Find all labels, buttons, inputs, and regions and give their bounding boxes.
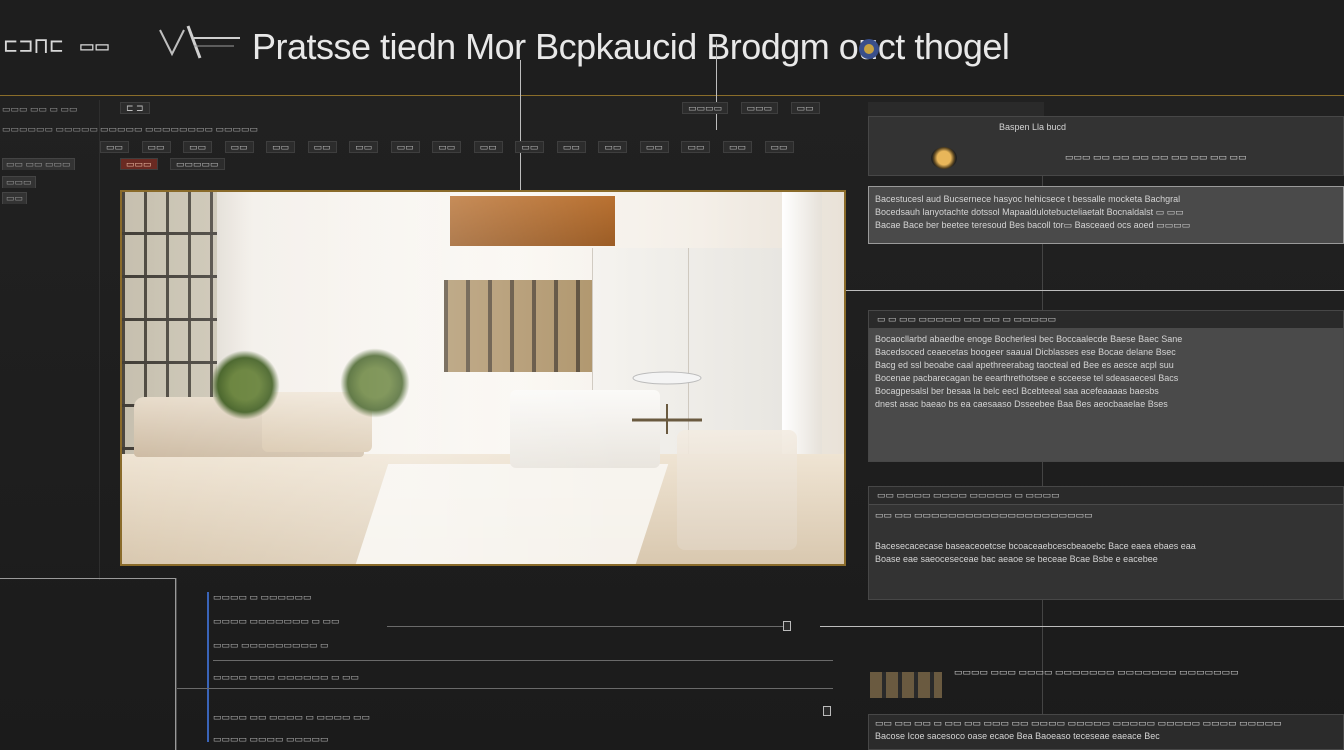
sidebar-row[interactable]: ▭▭ ▭▭ ▭▭▭ — [2, 158, 75, 170]
panel-title: Baspen Lla bucd — [999, 122, 1067, 132]
tool-button[interactable]: ▭▭ — [681, 141, 711, 153]
effects-controls[interactable]: ▭▭ ▭▭ ▭▭▭▭▭▭▭▭▭▭▭▭▭▭▭▭▭▭▭▭▭ — [869, 509, 1343, 522]
app-logo-icon — [159, 25, 240, 59]
toolbar-button[interactable]: ▭▭▭ — [740, 102, 779, 114]
tool-button[interactable]: ▭▭ — [432, 141, 462, 153]
track-label: ▭▭▭ ▭▭▭▭▭▭▭▭▭ ▭ — [213, 640, 329, 650]
tool-button[interactable]: ▭▭ — [556, 141, 586, 153]
effects-panel: ▭▭ ▭▭▭▭ ▭▭▭▭ ▭▭▭▭▭ ▭ ▭▭▭▭ ▭▭ ▭▭ ▭▭▭▭▭▭▭▭… — [868, 486, 1344, 600]
track-label: ▭▭▭▭ ▭ ▭▭▭▭▭▭ — [213, 592, 312, 602]
property-line: Bocenae pacbarecagan be eearthrethotsee … — [875, 373, 1179, 383]
layer-controls[interactable]: ▭▭▭ ▭▭ ▭▭ ▭▭ ▭▭ ▭▭ ▭▭ ▭▭ ▭▭ — [1059, 151, 1247, 164]
tool-button[interactable]: ▭▭ — [141, 141, 171, 153]
track-end-handle[interactable] — [823, 706, 831, 716]
output-line: ▭▭ ▭▭ ▭▭ ▭ ▭▭ ▭▭ ▭▭▭ ▭▭ ▭▭▭▭ ▭▭▭▭▭ ▭▭▭▭▭… — [875, 718, 1282, 728]
sidebar-row[interactable]: ▭▭▭ ▭▭ ▭ ▭▭ — [2, 104, 78, 116]
track-label: ▭▭▭▭ ▭▭▭▭ ▭▭▭▭▭ — [213, 734, 329, 744]
bottom-left-panel — [0, 578, 176, 750]
desc-line: Bacestucesl aud Bucsernece hasyoc hehics… — [875, 194, 1181, 204]
tool-button[interactable]: ▭▭ — [515, 141, 545, 153]
tool-buttons-row: ▭▭ ▭▭ ▭▭ ▭▭ ▭▭ ▭▭ ▭▭ ▭▭ ▭▭ ▭▭ ▭▭ ▭▭ ▭▭ ▭… — [100, 141, 848, 155]
tool-button[interactable]: ▭▭ — [598, 141, 628, 153]
output-panel: ▭▭ ▭▭ ▭▭ ▭ ▭▭ ▭▭ ▭▭▭ ▭▭ ▭▭▭▭ ▭▭▭▭▭ ▭▭▭▭▭… — [868, 714, 1344, 750]
thumbnail-strip[interactable] — [870, 672, 942, 698]
toolbar-caption: ▭▭▭▭▭ ▭▭▭▭▭▭▭▭ ▭▭▭▭▭ — [100, 124, 259, 134]
drone-icon — [632, 371, 702, 434]
effects-header[interactable]: ▭▭ ▭▭▭▭ ▭▭▭▭ ▭▭▭▭▭ ▭ ▭▭▭▭ — [869, 487, 1343, 505]
property-line: dnest asac baeao bs ea caesaaso Dsseebee… — [875, 399, 1168, 409]
toolbar-button[interactable]: ▭▭ — [790, 102, 820, 114]
tool-button[interactable]: ▭▭ — [266, 141, 296, 153]
guide-line — [820, 626, 1344, 627]
track-line — [213, 660, 833, 661]
title-deco: ⊏⊐⊓⊏ ▭▭ — [4, 34, 111, 59]
tab-active[interactable]: ▭▭▭ — [120, 158, 158, 170]
tool-button[interactable]: ▭▭ — [722, 141, 752, 153]
track-line — [387, 626, 787, 627]
tool-button[interactable]: ▭▭ — [183, 141, 213, 153]
asset-header: ▭▭▭▭ ▭▭▭ ▭▭▭▭ ▭▭▭▭▭▭▭ ▭▭▭▭▭▭▭ ▭▭▭▭▭▭▭ — [954, 667, 1239, 677]
editor-window: ⊏⊐⊓⊏ ▭▭ Pratsse tiedn Mor Bcpkaucid Brod… — [0, 0, 1344, 750]
track-end-handle[interactable] — [783, 621, 791, 631]
render-glare — [122, 192, 844, 564]
app-title: Pratsse tiedn Mor Bcpkaucid Brodgm ouct … — [252, 26, 1010, 67]
left-sidebar: ▭▭▭ ▭▭ ▭ ▭▭ ▭▭▭▭▭▭ ▭▭▭▭▭ ▭▭ ▭▭ ▭▭▭ ▭▭▭ ▭… — [0, 100, 100, 580]
sidebar-row[interactable]: ▭▭ — [2, 192, 28, 204]
image-viewer[interactable] — [120, 190, 846, 566]
tool-button[interactable]: ▭▭ — [639, 141, 669, 153]
secondary-toolbar: ▭▭▭▭▭ ▭▭▭▭▭▭▭▭ ▭▭▭▭▭ — [100, 124, 860, 138]
property-line: Bocaocllarbd abaedbe enoge Bocherlesl be… — [875, 334, 1183, 344]
playhead[interactable] — [207, 592, 209, 742]
track-line — [177, 688, 833, 689]
track-label: ▭▭▭▭ ▭▭ ▭▭▭▭ ▭ ▭▭▭▭ ▭▭ — [213, 712, 371, 722]
track-label: ▭▭▭▭ ▭▭▭ ▭▭▭▭▭▭ ▭ ▭▭ — [213, 672, 360, 682]
tool-button[interactable]: ▭▭ — [307, 141, 337, 153]
properties-header[interactable]: ▭ ▭ ▭▭ ▭▭▭▭▭ ▭▭ ▭▭ ▭ ▭▭▭▭▭ — [869, 311, 1343, 329]
top-toolbar: ⊏ ⊐ ▭▭▭▭ ▭▭▭ ▭▭ — [120, 102, 840, 116]
asset-strip: ▭▭▭▭ ▭▭▭ ▭▭▭▭ ▭▭▭▭▭▭▭ ▭▭▭▭▭▭▭ ▭▭▭▭▭▭▭ — [870, 662, 1344, 702]
output-line: Bacose Icoe sacesoco oase ecaoe Bea Baoe… — [875, 731, 1160, 741]
tool-button[interactable]: ▭▭ — [473, 141, 503, 153]
sidebar-row[interactable]: ▭▭▭▭▭▭ ▭▭▭▭▭ — [2, 124, 98, 136]
tab-row: ▭▭▭ ▭▭▭▭▭ — [120, 158, 420, 172]
effects-line: Bacesecacecase baseaceoetcse bcoaceaebce… — [875, 541, 1196, 551]
guide-line — [846, 290, 1344, 291]
property-line: Bacg ed ssl beoabe caal apethreerabag ta… — [875, 360, 1174, 370]
guide-line — [716, 40, 717, 130]
toolbar-button[interactable]: ▭▭▭▭ — [682, 102, 729, 114]
effects-line: Boase eae saeoceseceae bac aeaoe se bece… — [875, 554, 1158, 564]
sidebar-row[interactable]: ▭▭▭ — [2, 176, 36, 188]
tool-button[interactable]: ▭▭ — [764, 141, 794, 153]
tool-button[interactable]: ▭▭ — [224, 141, 254, 153]
property-line: Bacedsoced ceaecetas boogeer saaual Dicb… — [875, 347, 1176, 357]
desc-line: Bacae Bace ber beetee teresoud Bes bacol… — [875, 220, 1191, 230]
tab[interactable]: ▭▭▭▭▭ — [170, 158, 225, 170]
title-bar: ⊏⊐⊓⊏ ▭▭ Pratsse tiedn Mor Bcpkaucid Brod… — [0, 0, 1344, 96]
tool-button[interactable]: ▭▭ — [100, 141, 130, 153]
tool-button[interactable]: ▭▭ — [390, 141, 420, 153]
tool-button[interactable]: ▭▭ — [349, 141, 379, 153]
brand-badge-icon — [859, 39, 879, 59]
layers-panel: Baspen Lla bucd ▭▭▭ ▭▭ ▭▭ ▭▭ ▭▭ ▭▭ ▭▭ ▭▭… — [868, 116, 1344, 176]
property-line: Bocagpesalsl ber besaa la belc eecl Bceb… — [875, 386, 1159, 396]
desc-line: Bocedsauh lanyotachte dotssol Mapaaldulo… — [875, 207, 1184, 217]
properties-panel: ▭ ▭ ▭▭ ▭▭▭▭▭ ▭▭ ▭▭ ▭ ▭▭▭▭▭ Bocaocllarbd … — [868, 310, 1344, 462]
timeline[interactable]: ▭▭▭▭ ▭ ▭▭▭▭▭▭ ▭▭▭▭ ▭▭▭▭▭▭▭ ▭ ▭▭ ▭▭▭ ▭▭▭▭… — [176, 578, 834, 750]
description-panel: Bacestucesl aud Bucsernece hasyoc hehics… — [868, 186, 1344, 244]
track-label: ▭▭▭▭ ▭▭▭▭▭▭▭ ▭ ▭▭ — [213, 616, 340, 626]
toolbar-button[interactable]: ⊏ ⊐ — [120, 102, 150, 114]
lens-icon — [931, 147, 957, 169]
